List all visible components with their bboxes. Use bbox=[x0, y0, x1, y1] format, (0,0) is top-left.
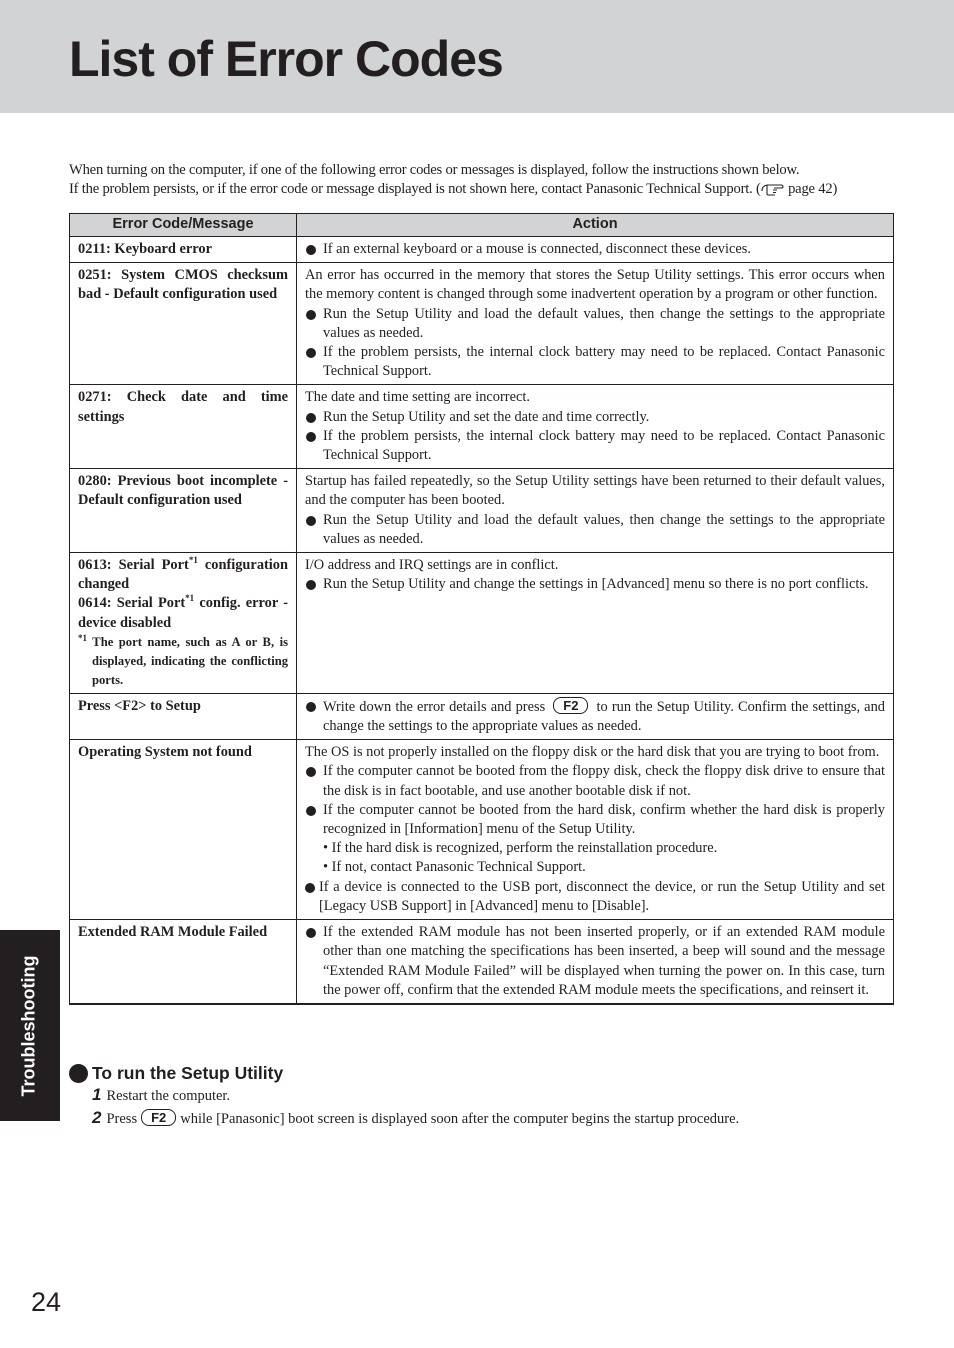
action-bullet: If a device is connected to the USB port… bbox=[305, 878, 885, 916]
page-reference-link[interactable]: page 42) bbox=[785, 181, 837, 197]
table-row: 0280: Previous boot incomplete - Default… bbox=[69, 468, 894, 554]
action-bullet: Run the Setup Utility and load the defau… bbox=[305, 305, 885, 343]
error-code: Press <F2> to Setup bbox=[69, 692, 297, 741]
action-bullet: If the problem persists, the internal cl… bbox=[305, 427, 885, 465]
error-code-0613: 0613: Serial Port*1 configuration change… bbox=[78, 555, 289, 593]
error-codes-table: Error Code/Message Action 0211: Keyboard… bbox=[69, 213, 894, 1005]
action-bullet: If the problem persists, the internal cl… bbox=[305, 343, 885, 381]
column-header-action: Action bbox=[296, 213, 894, 237]
footnote: *1 The port name, such as A or B, is dis… bbox=[78, 632, 289, 687]
table-row: 0613: Serial Port*1 configuration change… bbox=[69, 552, 894, 694]
section-side-tab: Troubleshooting bbox=[0, 930, 60, 1121]
error-code: 0251: System CMOS checksum bad - Default… bbox=[69, 262, 297, 386]
setup-step: 2 Press F2 while [Panasonic] boot screen is… bbox=[92, 1108, 740, 1127]
error-action: The date and time setting are incorrect.… bbox=[296, 384, 894, 470]
action-sub-item: • If not, contact Panasonic Technical Su… bbox=[323, 859, 586, 876]
action-description: Startup has failed repeatedly, so the Se… bbox=[305, 473, 885, 509]
step-text: while [Panasonic] boot screen is display… bbox=[180, 1111, 740, 1127]
action-description: The OS is not properly installed on the … bbox=[305, 744, 880, 761]
table-header-row: Error Code/Message Action bbox=[69, 213, 894, 237]
page-title: List of Error Codes bbox=[69, 31, 504, 87]
action-description: I/O address and IRQ settings are in conf… bbox=[305, 557, 559, 574]
setup-step: 1 Restart the computer. bbox=[92, 1084, 899, 1107]
action-description: An error has occurred in the memory that… bbox=[305, 267, 885, 303]
table-row: 0271: Check date and time settings The d… bbox=[69, 384, 894, 470]
setup-steps: 1 Restart the computer. 2 Press F2 while [Pa… bbox=[69, 1084, 899, 1130]
table-row: Extended RAM Module Failed If the extend… bbox=[69, 919, 894, 1005]
setup-utility-section: To run the Setup Utility 1 Restart the co… bbox=[69, 1062, 899, 1130]
error-code: Extended RAM Module Failed bbox=[69, 919, 297, 1005]
error-code: 0613: Serial Port*1 configuration change… bbox=[69, 552, 297, 694]
side-tab-label: Troubleshooting bbox=[18, 955, 39, 1097]
action-bullet: Run the Setup Utility and load the defau… bbox=[305, 511, 885, 549]
error-action: If the extended RAM module has not been … bbox=[296, 919, 894, 1005]
action-bullet: Run the Setup Utility and set the date a… bbox=[305, 408, 885, 427]
action-bullet: If the extended RAM module has not been … bbox=[305, 923, 885, 1000]
table-row: 0211: Keyboard error If an external keyb… bbox=[69, 235, 894, 264]
error-action: Write down the error details and press F… bbox=[296, 692, 894, 741]
intro-line-1: When turning on the computer, if one of … bbox=[69, 162, 800, 178]
action-sub-item: • If the hard disk is recognized, perfor… bbox=[323, 840, 718, 857]
error-action: An error has occurred in the memory that… bbox=[296, 262, 894, 386]
error-action: The OS is not properly installed on the … bbox=[296, 739, 894, 921]
table-row: Press <F2> to Setup Write down the error… bbox=[69, 692, 894, 741]
error-code: Operating System not found bbox=[69, 739, 297, 921]
action-bullet: If the computer cannot be booted from th… bbox=[305, 801, 885, 839]
action-bullet: Run the Setup Utility and change the set… bbox=[305, 575, 885, 594]
error-code: 0211: Keyboard error bbox=[69, 235, 297, 264]
action-bullet: If an external keyboard or a mouse is co… bbox=[305, 240, 885, 259]
action-bullet: If the computer cannot be booted from th… bbox=[305, 762, 885, 800]
step-number: 2 bbox=[92, 1108, 102, 1127]
action-bullet: Write down the error details and press F… bbox=[305, 696, 885, 736]
error-code: 0271: Check date and time settings bbox=[69, 384, 297, 470]
table-row: Operating System not found The OS is not… bbox=[69, 739, 894, 921]
f2-key-icon: F2 bbox=[553, 696, 589, 714]
error-action: Startup has failed repeatedly, so the Se… bbox=[296, 468, 894, 554]
intro-line-2: If the problem persists, or if the error… bbox=[69, 181, 838, 197]
error-action: I/O address and IRQ settings are in conf… bbox=[296, 552, 894, 694]
page-number: 24 bbox=[31, 1287, 62, 1317]
column-header-code: Error Code/Message bbox=[69, 213, 297, 237]
setup-section-title: To run the Setup Utility bbox=[69, 1062, 899, 1084]
intro-paragraph: When turning on the computer, if one of … bbox=[69, 161, 899, 199]
step-text: Restart the computer. bbox=[106, 1088, 231, 1104]
action-description: The date and time setting are incorrect. bbox=[305, 389, 530, 406]
error-action: If an external keyboard or a mouse is co… bbox=[296, 235, 894, 264]
f2-key-icon: F2 bbox=[141, 1109, 177, 1126]
error-code-0614: 0614: Serial Port*1 config. error - devi… bbox=[78, 593, 289, 631]
error-code: 0280: Previous boot incomplete - Default… bbox=[69, 468, 297, 554]
pointing-hand-icon bbox=[761, 182, 785, 196]
step-number: 1 bbox=[92, 1085, 102, 1104]
table-row: 0251: System CMOS checksum bad - Default… bbox=[69, 262, 894, 386]
